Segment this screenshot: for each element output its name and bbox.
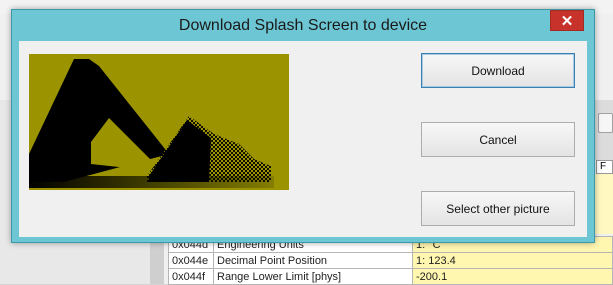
- row-name: Range Lower Limit [phys]: [213, 268, 413, 285]
- cancel-button[interactable]: Cancel: [421, 122, 575, 157]
- parameter-table: 0x044d Engineering Units 1: °C 0x044e De…: [168, 236, 613, 285]
- table-row[interactable]: 0x044e Decimal Point Position 1: 123.4: [168, 252, 613, 269]
- row-name: Decimal Point Position: [213, 252, 413, 269]
- row-value[interactable]: -200.1: [412, 268, 613, 285]
- background-toolbar-button[interactable]: [598, 113, 613, 133]
- dialog-client-area: Download Cancel Select other picture: [19, 41, 587, 237]
- close-icon: ✕: [560, 12, 574, 30]
- row-address: 0x044f: [168, 268, 214, 285]
- download-button[interactable]: Download: [421, 53, 575, 88]
- splash-preview-image: [29, 54, 289, 190]
- splash-logo-graphic: [29, 59, 274, 188]
- row-address: 0x044e: [168, 252, 214, 269]
- background-column-header: F: [596, 160, 613, 174]
- close-button[interactable]: ✕: [550, 10, 584, 31]
- background-value-cells: [592, 174, 613, 234]
- dialog-title: Download Splash Screen to device: [178, 17, 428, 34]
- select-other-picture-button[interactable]: Select other picture: [421, 191, 575, 226]
- row-value[interactable]: 1: 123.4: [412, 252, 613, 269]
- table-row[interactable]: 0x044f Range Lower Limit [phys] -200.1: [168, 268, 613, 285]
- download-splash-dialog: Download Splash Screen to device ✕ Downl…: [11, 9, 595, 243]
